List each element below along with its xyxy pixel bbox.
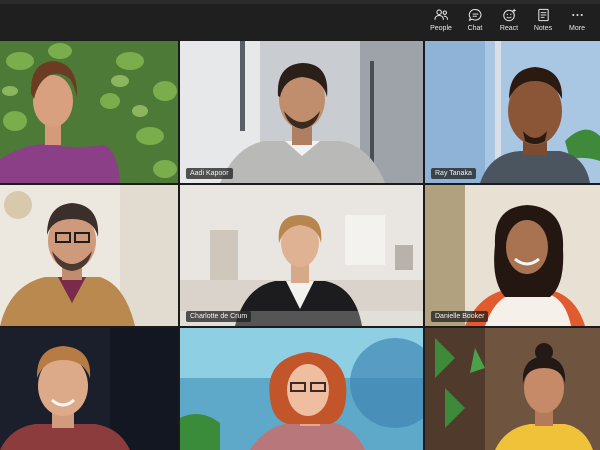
video-grid: Aadi Kapoor Ray Tanaka Charlotte de Crum…	[0, 41, 600, 450]
chat-button[interactable]: Chat	[458, 8, 492, 38]
video-tile-ray-tanaka[interactable]: Ray Tanaka	[425, 41, 600, 183]
participant-name: Charlotte de Crum	[186, 311, 252, 322]
people-button[interactable]: People	[424, 8, 458, 38]
video-tile-avatar-redhead[interactable]	[180, 328, 423, 450]
participant-video	[425, 41, 600, 183]
participant-video	[425, 185, 600, 326]
chat-label: Chat	[467, 25, 483, 32]
participant-name: Ray Tanaka	[431, 168, 476, 179]
react-label: React	[499, 25, 519, 32]
react-icon	[502, 8, 516, 22]
react-button[interactable]: React	[492, 8, 526, 38]
participant-video	[180, 41, 423, 183]
video-tile-man-glasses[interactable]	[0, 185, 178, 326]
participant-video	[0, 41, 178, 183]
notes-label: Notes	[533, 25, 553, 32]
participant-name: Aadi Kapoor	[186, 168, 233, 179]
participant-video	[0, 185, 178, 326]
more-button[interactable]: More	[560, 8, 594, 38]
participant-video	[0, 328, 178, 450]
video-tile-aadi-kapoor[interactable]: Aadi Kapoor	[180, 41, 423, 183]
participant-video	[425, 328, 600, 450]
video-tile-avatar-woman-leaves[interactable]	[0, 41, 178, 183]
chat-icon	[468, 9, 481, 22]
video-tile-danielle-booker[interactable]: Danielle Booker	[425, 185, 600, 326]
window-title-strip	[0, 0, 600, 4]
meeting-toolbar: People Chat React Notes More	[0, 0, 600, 40]
toolbar-actions: People Chat React Notes More	[424, 8, 594, 38]
participant-video	[180, 185, 423, 326]
more-label: More	[569, 25, 585, 32]
notes-icon	[537, 8, 549, 22]
notes-button[interactable]: Notes	[526, 8, 560, 38]
video-tile-young-man[interactable]	[0, 328, 178, 450]
people-icon	[433, 9, 448, 20]
video-tile-charlotte-de-crum[interactable]: Charlotte de Crum	[180, 185, 423, 326]
participant-video	[180, 328, 423, 450]
participant-name: Danielle Booker	[431, 311, 489, 322]
video-tile-avatar-woman-bun[interactable]	[425, 328, 600, 450]
people-label: People	[430, 25, 452, 32]
more-icon	[571, 13, 583, 17]
